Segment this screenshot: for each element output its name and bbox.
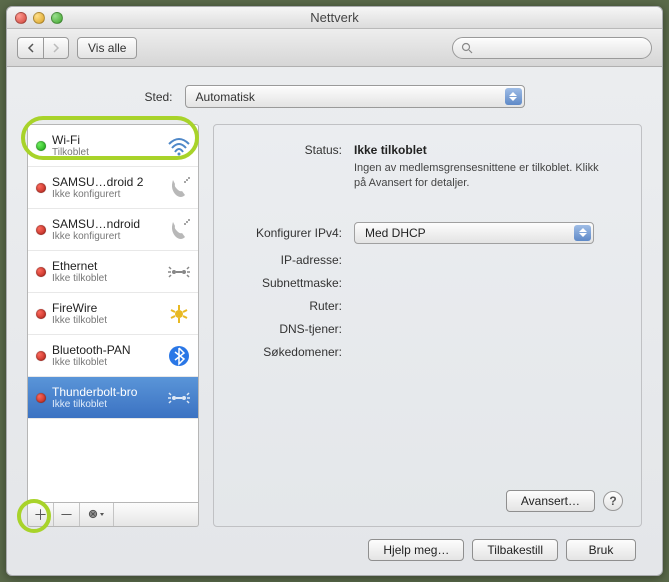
apply-button[interactable]: Bruk <box>566 539 636 561</box>
service-item-ethernet[interactable]: Ethernet Ikke tilkoblet <box>28 251 198 293</box>
status-dot-icon <box>36 309 46 319</box>
advanced-button[interactable]: Avansert… <box>506 490 595 512</box>
service-item-bluetooth[interactable]: Bluetooth-PAN Ikke tilkoblet <box>28 335 198 377</box>
revert-button[interactable]: Tilbakestill <box>472 539 558 561</box>
ethernet-icon <box>166 385 192 411</box>
service-action-menu[interactable] <box>80 503 114 526</box>
service-item-samsung-1[interactable]: SAMSU…ndroid Ikke konfigurert <box>28 209 198 251</box>
service-list[interactable]: Wi-Fi Tilkoblet SAMSU…droid 2 Ikke konfi… <box>27 124 199 503</box>
ipv4-value: Med DHCP <box>365 226 426 240</box>
wifi-icon <box>166 133 192 159</box>
status-note: Ingen av medlemsgrensesnittene er tilkob… <box>354 161 621 191</box>
help-me-button[interactable]: Hjelp meg… <box>368 539 464 561</box>
bluetooth-icon <box>166 343 192 369</box>
back-button[interactable] <box>17 37 43 59</box>
ethernet-icon <box>166 259 192 285</box>
help-button[interactable]: ? <box>603 491 623 511</box>
router-label: Ruter: <box>234 299 354 313</box>
ipv4-label: Konfigurer IPv4: <box>234 226 354 240</box>
chevron-updown-icon <box>574 225 591 241</box>
ipv4-popup[interactable]: Med DHCP <box>354 222 594 244</box>
toolbar: Vis alle <box>7 29 662 67</box>
search-domains-label: Søkedomener: <box>234 345 354 359</box>
search-input[interactable] <box>452 37 652 59</box>
detail-panel: Status: Ikke tilkoblet Ingen av medlemsg… <box>213 124 642 527</box>
status-dot-icon <box>36 267 46 277</box>
firewire-icon <box>166 301 192 327</box>
chevron-updown-icon <box>505 88 522 105</box>
network-preferences-window: Nettverk Vis alle Sted: Automatisk <box>6 6 663 576</box>
location-row: Sted: Automatisk <box>27 85 642 108</box>
status-dot-icon <box>36 141 46 151</box>
search-icon <box>461 42 473 54</box>
service-item-thunderbolt[interactable]: Thunderbolt-bro Ikke tilkoblet <box>28 377 198 419</box>
add-service-button[interactable]: ＋ <box>28 503 54 526</box>
status-value: Ikke tilkoblet <box>354 143 427 157</box>
nav-segment <box>17 37 69 59</box>
service-item-wifi[interactable]: Wi-Fi Tilkoblet <box>28 125 198 167</box>
bottom-buttons: Hjelp meg… Tilbakestill Bruk <box>27 527 642 561</box>
subnet-label: Subnettmaske: <box>234 276 354 290</box>
phone-tether-icon <box>166 175 192 201</box>
location-label: Sted: <box>144 90 172 104</box>
status-label: Status: <box>234 143 354 157</box>
status-dot-icon <box>36 393 46 403</box>
service-item-samsung-2[interactable]: SAMSU…droid 2 Ikke konfigurert <box>28 167 198 209</box>
service-sidebar: Wi-Fi Tilkoblet SAMSU…droid 2 Ikke konfi… <box>27 124 199 527</box>
remove-service-button[interactable]: － <box>54 503 80 526</box>
service-item-firewire[interactable]: FireWire Ikke tilkoblet <box>28 293 198 335</box>
status-dot-icon <box>36 225 46 235</box>
location-value: Automatisk <box>196 90 255 104</box>
ip-label: IP-adresse: <box>234 253 354 267</box>
show-all-button[interactable]: Vis alle <box>77 37 137 59</box>
forward-button[interactable] <box>43 37 69 59</box>
sidebar-footer: ＋ － <box>27 503 199 527</box>
window-title: Nettverk <box>7 10 662 25</box>
status-dot-icon <box>36 183 46 193</box>
phone-tether-icon <box>166 217 192 243</box>
status-dot-icon <box>36 351 46 361</box>
titlebar: Nettverk <box>7 7 662 29</box>
content-area: Sted: Automatisk Wi-Fi Tilkoblet <box>7 67 662 575</box>
location-popup[interactable]: Automatisk <box>185 85 525 108</box>
dns-label: DNS-tjener: <box>234 322 354 336</box>
